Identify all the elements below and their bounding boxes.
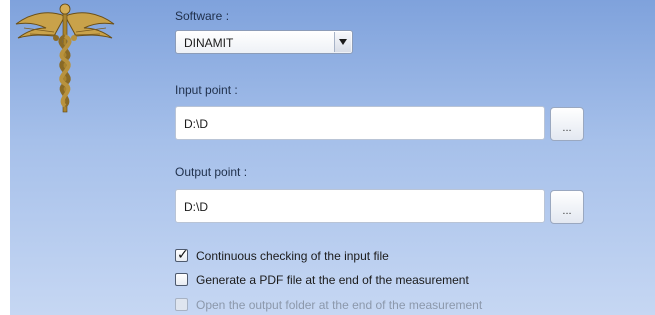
input-point-field[interactable]: D:\D — [175, 106, 545, 140]
output-point-label: Output point : — [175, 165, 248, 179]
open-output-folder-checkbox — [175, 298, 188, 311]
input-browse-button[interactable]: ... — [550, 107, 584, 141]
output-point-field[interactable]: D:\D — [175, 189, 545, 223]
open-output-folder-label: Open the output folder at the end of the… — [196, 298, 483, 312]
generate-pdf-label: Generate a PDF file at the end of the me… — [196, 273, 469, 287]
chevron-down-icon — [339, 39, 347, 45]
generate-pdf-checkbox[interactable] — [175, 273, 188, 286]
caduceus-icon — [15, 3, 115, 113]
input-point-label: Input point : — [175, 83, 238, 97]
software-label: Software : — [175, 9, 230, 23]
dropdown-button[interactable] — [334, 32, 351, 52]
software-select[interactable]: DINAMIT — [175, 30, 353, 54]
continuous-checking-label: Continuous checking of the input file — [196, 249, 389, 263]
continuous-checking-checkbox[interactable]: ✓ — [175, 246, 189, 262]
input-point-value: D:\D — [184, 117, 208, 131]
software-selected-value: DINAMIT — [184, 36, 234, 50]
output-browse-button[interactable]: ... — [550, 190, 584, 224]
settings-panel: Software : DINAMIT Input point : D:\D ..… — [10, 0, 655, 315]
checkmark-icon: ✓ — [177, 246, 189, 262]
output-point-value: D:\D — [184, 200, 208, 214]
